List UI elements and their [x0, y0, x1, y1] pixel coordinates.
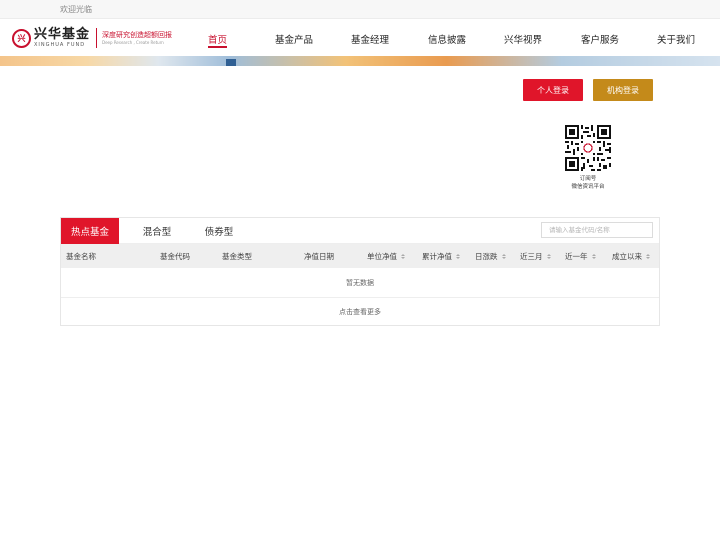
tab-hot-funds[interactable]: 热点基金	[61, 218, 119, 244]
fund-search-input[interactable]	[541, 222, 653, 238]
logo-name-en: XINGHUA FUND	[34, 42, 86, 48]
nav-xinghua-vision[interactable]: 兴华视界	[504, 32, 542, 46]
col-unit-nav[interactable]: 单位净值	[367, 244, 405, 268]
slogan-en: Deep Research , Create Return	[102, 39, 164, 45]
col-three-months[interactable]: 近三月	[520, 244, 551, 268]
fund-panel: 热点基金 混合型 债券型 基金名称 基金代码 基金类型 净值日期 单位净值 累计…	[60, 217, 660, 326]
qr-caption: 订阅号 微信资讯平台	[571, 176, 605, 190]
table-header: 基金名称 基金代码 基金类型 净值日期 单位净值 累计净值 日涨跌 近三月 近一…	[61, 244, 659, 268]
col-fund-name: 基金名称	[66, 251, 96, 261]
col-one-year[interactable]: 近一年	[565, 244, 596, 268]
logo-emblem-icon: 兴	[12, 28, 31, 48]
empty-state: 暂无数据	[61, 268, 659, 298]
view-more-link[interactable]: 点击查看更多	[61, 298, 659, 326]
sort-icon[interactable]	[546, 253, 551, 259]
sort-icon[interactable]	[646, 253, 650, 259]
org-login-button[interactable]: 机构登录	[593, 79, 653, 101]
nav-home[interactable]: 首页	[208, 32, 227, 46]
col-since-inception[interactable]: 成立以来	[612, 244, 650, 268]
site-header: 兴 兴华基金 XINGHUA FUND 深度研究创造超额回报 Deep Rese…	[0, 19, 720, 57]
col-daily-change[interactable]: 日涨跌	[475, 244, 506, 268]
col-acc-nav[interactable]: 累计净值	[422, 244, 460, 268]
welcome-text: 欢迎光临	[60, 5, 92, 14]
col-nav-date: 净值日期	[304, 251, 334, 261]
logo-divider	[96, 28, 98, 48]
nav-active-indicator	[208, 46, 227, 48]
sort-icon[interactable]	[591, 253, 596, 259]
top-bar: 欢迎光临	[0, 0, 720, 19]
wechat-qr-code-icon	[565, 125, 611, 171]
slogan: 深度研究创造超额回报	[102, 30, 173, 39]
nav-customer-service[interactable]: 客户服务	[581, 32, 619, 46]
sort-icon[interactable]	[401, 253, 405, 259]
col-fund-type: 基金类型	[222, 251, 252, 261]
nav-disclosure[interactable]: 信息披露	[428, 32, 466, 46]
nav-about-us[interactable]: 关于我们	[657, 32, 695, 46]
banner-strip	[0, 56, 720, 66]
nav-fund-products[interactable]: 基金产品	[275, 32, 313, 46]
logo-name: 兴华基金	[34, 27, 91, 42]
tab-hybrid[interactable]: 混合型	[131, 218, 183, 244]
site-logo[interactable]: 兴 兴华基金 XINGHUA FUND 深度研究创造超额回报 Deep Rese…	[12, 27, 172, 49]
nav-fund-managers[interactable]: 基金经理	[351, 32, 389, 46]
sort-icon[interactable]	[456, 253, 460, 259]
tab-bond[interactable]: 债券型	[193, 218, 245, 244]
banner-decoration	[226, 59, 236, 66]
sort-icon[interactable]	[501, 253, 506, 259]
personal-login-button[interactable]: 个人登录	[523, 79, 583, 101]
col-fund-code: 基金代码	[160, 251, 190, 261]
fund-tabs: 热点基金 混合型 债券型	[61, 218, 659, 244]
